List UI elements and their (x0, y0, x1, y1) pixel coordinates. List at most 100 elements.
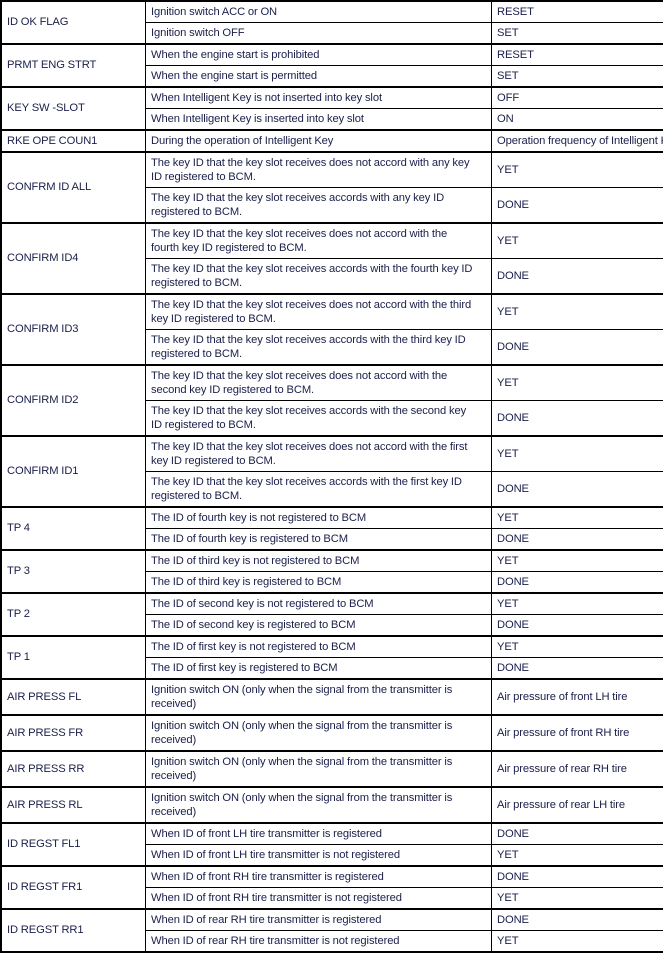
monitor-item-cell: AIR PRESS RR (1, 751, 146, 787)
display-value-cell: DONE (492, 188, 663, 224)
table-row: ID REGST FL1When ID of front LH tire tra… (1, 823, 663, 845)
condition-cell: Ignition switch OFF (146, 23, 492, 45)
condition-cell: The ID of third key is not registered to… (146, 550, 492, 572)
monitor-item-cell: PRMT ENG STRT (1, 44, 146, 87)
display-value-cell: Air pressure of front RH tire (492, 715, 663, 751)
condition-cell: The key ID that the key slot receives do… (146, 223, 492, 259)
condition-cell: Ignition switch ON (only when the signal… (146, 751, 492, 787)
display-value-cell: YET (492, 550, 663, 572)
condition-cell: The ID of fourth key is not registered t… (146, 507, 492, 529)
display-value-cell: Operation frequency of Intelligent Key (492, 130, 663, 152)
condition-text: The key ID that the key slot receives ac… (151, 475, 473, 504)
condition-text: The key ID that the key slot receives ac… (151, 262, 473, 291)
condition-cell: The ID of second key is not registered t… (146, 593, 492, 615)
monitor-item-cell: ID REGST FR1 (1, 866, 146, 909)
display-value-cell: Air pressure of front LH tire (492, 679, 663, 715)
condition-cell: The key ID that the key slot receives ac… (146, 330, 492, 366)
condition-text: The key ID that the key slot receives do… (151, 440, 473, 469)
condition-text: The key ID that the key slot receives do… (151, 298, 473, 327)
display-value-cell: SET (492, 66, 663, 88)
monitor-item-cell: ID OK FLAG (1, 1, 146, 44)
condition-cell: When ID of front RH tire transmitter is … (146, 888, 492, 910)
condition-text: The key ID that the key slot receives do… (151, 369, 473, 398)
condition-text: The key ID that the key slot receives do… (151, 227, 473, 256)
condition-cell: The ID of second key is registered to BC… (146, 615, 492, 637)
condition-text: When the engine start is permitted (151, 70, 317, 82)
condition-text: Ignition switch ON (only when the signal… (151, 755, 473, 784)
display-value-cell: YET (492, 888, 663, 910)
display-value-cell: YET (492, 636, 663, 658)
table-row: KEY SW -SLOTWhen Intelligent Key is not … (1, 87, 663, 109)
monitor-item-cell: CONFRM ID ALL (1, 152, 146, 223)
table-row: CONFIRM ID1The key ID that the key slot … (1, 436, 663, 472)
condition-cell: The key ID that the key slot receives do… (146, 436, 492, 472)
condition-text: Ignition switch ON (only when the signal… (151, 719, 473, 748)
condition-text: When ID of rear RH tire transmitter is r… (151, 914, 381, 926)
condition-text: When the engine start is prohibited (151, 49, 319, 61)
table-row: CONFIRM ID3The key ID that the key slot … (1, 294, 663, 330)
table-row: PRMT ENG STRTWhen the engine start is pr… (1, 44, 663, 66)
display-value-cell: YET (492, 436, 663, 472)
condition-cell: During the operation of Intelligent Key (146, 130, 492, 152)
display-value-cell: YET (492, 223, 663, 259)
condition-text: The ID of third key is registered to BCM (151, 576, 341, 588)
table-row: AIR PRESS RLIgnition switch ON (only whe… (1, 787, 663, 823)
display-value-cell: DONE (492, 615, 663, 637)
condition-text: Ignition switch ON (only when the signal… (151, 683, 473, 712)
condition-text: The ID of fourth key is not registered t… (151, 512, 366, 524)
condition-cell: The key ID that the key slot receives ac… (146, 472, 492, 508)
condition-cell: The key ID that the key slot receives ac… (146, 259, 492, 295)
condition-cell: When ID of front LH tire transmitter is … (146, 823, 492, 845)
table-row: TP 2The ID of second key is not register… (1, 593, 663, 615)
monitor-item-cell: CONFIRM ID3 (1, 294, 146, 365)
display-value-cell: DONE (492, 823, 663, 845)
condition-text: The ID of first key is registered to BCM (151, 662, 338, 674)
monitor-item-cell: AIR PRESS FR (1, 715, 146, 751)
condition-text: During the operation of Intelligent Key (151, 135, 333, 147)
monitor-item-cell: KEY SW -SLOT (1, 87, 146, 130)
condition-cell: The ID of fourth key is registered to BC… (146, 529, 492, 551)
display-value-cell: DONE (492, 866, 663, 888)
table-row: TP 3The ID of third key is not registere… (1, 550, 663, 572)
monitor-item-cell: CONFIRM ID4 (1, 223, 146, 294)
condition-cell: When ID of rear RH tire transmitter is r… (146, 909, 492, 931)
monitor-item-cell: TP 1 (1, 636, 146, 679)
display-value-cell: DONE (492, 572, 663, 594)
condition-text: When Intelligent Key is inserted into ke… (151, 113, 364, 125)
condition-text: The ID of fourth key is registered to BC… (151, 533, 348, 545)
table-row: ID REGST FR1When ID of front RH tire tra… (1, 866, 663, 888)
condition-cell: The ID of first key is not registered to… (146, 636, 492, 658)
display-value-cell: ON (492, 109, 663, 131)
condition-cell: The ID of third key is registered to BCM (146, 572, 492, 594)
table-body: ID OK FLAG Ignition switch ACC or ON RESET… (1, 1, 663, 952)
display-value-cell: Air pressure of rear LH tire (492, 787, 663, 823)
display-value-cell: DONE (492, 330, 663, 366)
display-value-cell: SET (492, 23, 663, 45)
condition-cell: Ignition switch ACC or ON (146, 1, 492, 23)
condition-cell: Ignition switch ON (only when the signal… (146, 715, 492, 751)
table-row: ID REGST RR1When ID of rear RH tire tran… (1, 909, 663, 931)
display-value-cell: DONE (492, 909, 663, 931)
condition-text: Ignition switch ON (only when the signal… (151, 791, 473, 820)
condition-cell: The key ID that the key slot receives ac… (146, 188, 492, 224)
condition-text: When ID of front LH tire transmitter is … (151, 849, 400, 861)
table-row: TP 4The ID of fourth key is not register… (1, 507, 663, 529)
condition-text: Ignition switch ACC or ON (151, 6, 277, 18)
condition-text: The key ID that the key slot receives ac… (151, 404, 473, 433)
condition-cell: When ID of front LH tire transmitter is … (146, 845, 492, 867)
display-value-cell: YET (492, 294, 663, 330)
condition-text: When Intelligent Key is not inserted int… (151, 92, 382, 104)
condition-text: The ID of first key is not registered to… (151, 641, 356, 653)
monitor-item-cell: ID REGST FL1 (1, 823, 146, 866)
condition-cell: Ignition switch ON (only when the signal… (146, 679, 492, 715)
condition-text: Ignition switch OFF (151, 27, 244, 39)
table-row: CONFRM ID ALLThe key ID that the key slo… (1, 152, 663, 188)
table-row: RKE OPE COUN1During the operation of Int… (1, 130, 663, 152)
table-row: CONFIRM ID4The key ID that the key slot … (1, 223, 663, 259)
display-value-cell: YET (492, 507, 663, 529)
monitor-item-cell: ID REGST RR1 (1, 909, 146, 952)
display-value-cell: Air pressure of rear RH tire (492, 751, 663, 787)
display-value-cell: RESET (492, 44, 663, 66)
condition-text: The ID of second key is not registered t… (151, 598, 374, 610)
condition-cell: The key ID that the key slot receives do… (146, 365, 492, 401)
